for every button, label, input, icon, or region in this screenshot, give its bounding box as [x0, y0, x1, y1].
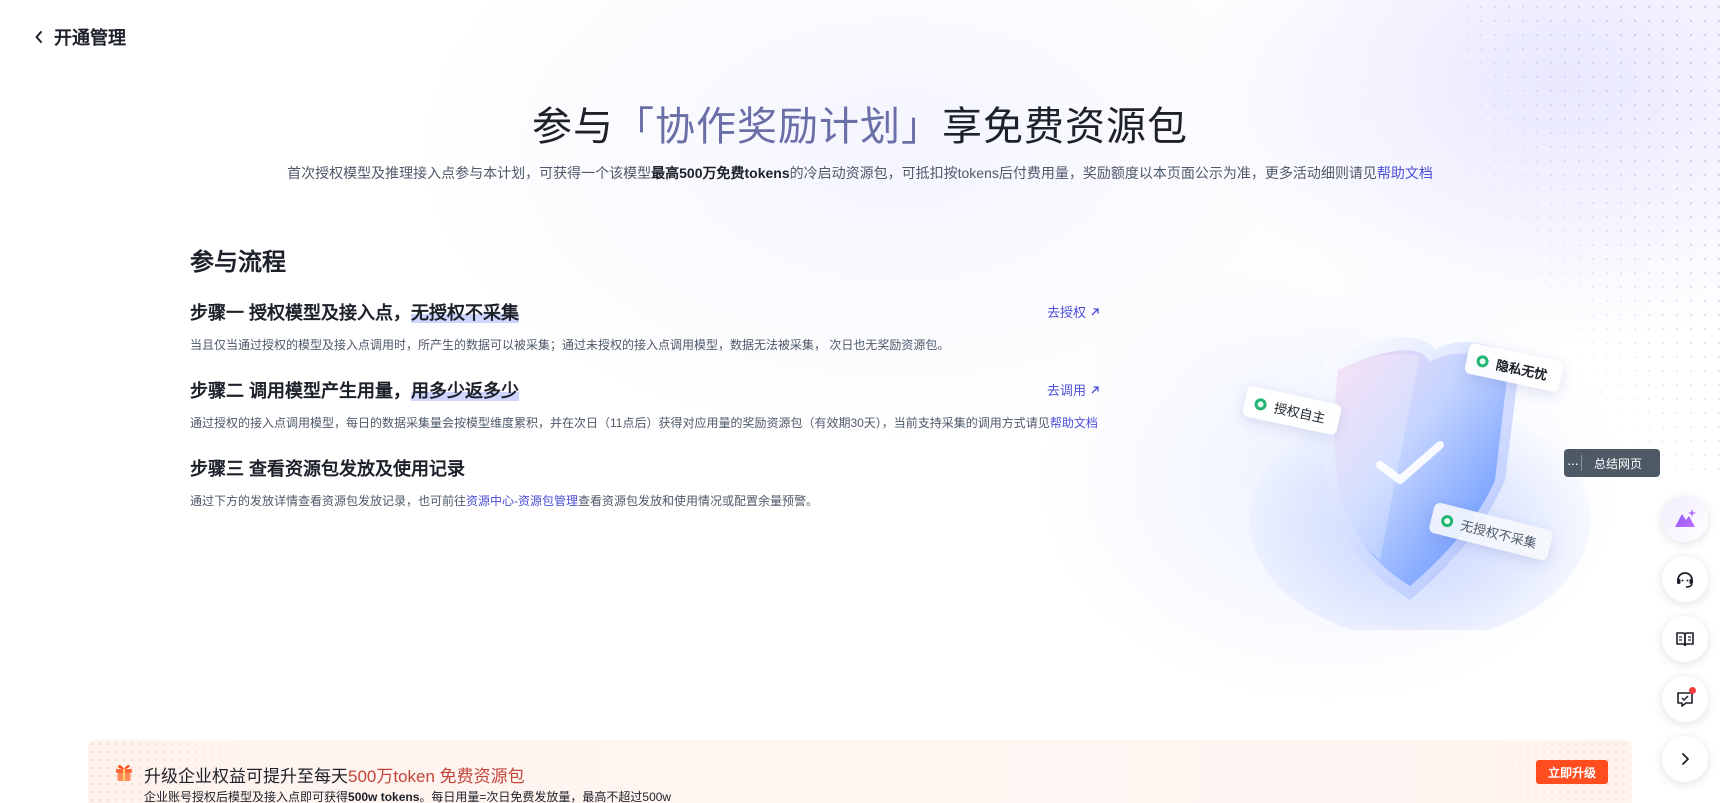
- feedback-button[interactable]: [1662, 676, 1708, 722]
- banner-sub-bold: 500w tokens: [348, 790, 420, 803]
- hero-title-highlight: 「协作奖励计划」: [614, 105, 942, 149]
- step-title: 步骤三 查看资源包发放及使用记录: [190, 459, 465, 479]
- step-title: 步骤二 调用模型产生用量，用多少返多少: [190, 377, 1100, 403]
- banner-title: 升级企业权益可提升至每天500万token 免费资源包: [144, 762, 525, 787]
- authorize-link-label: 去授权: [1046, 305, 1086, 320]
- banner-sub-text: 企业账号授权后模型及接入点即可获得: [144, 790, 349, 803]
- gift-icon: [116, 765, 132, 781]
- notification-dot: [1689, 687, 1696, 694]
- flow-title: 参与流程: [190, 249, 286, 276]
- more-icon[interactable]: ···: [1564, 455, 1582, 471]
- book-icon: [1676, 632, 1694, 647]
- collapse-sidebar-button[interactable]: [1662, 736, 1708, 782]
- invoke-link-label: 去调用: [1046, 383, 1086, 398]
- hero-title-prefix: 参与: [532, 105, 614, 149]
- check-dot-icon: [1253, 396, 1268, 411]
- arrow-up-right-icon: [1091, 307, 1099, 315]
- step-3: 步骤三 查看资源包发放及使用记录 通过下方的发放详情查看资源包发放记录，也可前往…: [190, 455, 1100, 513]
- tag-label: 授权自主: [1272, 400, 1327, 426]
- step-title-mark: 用多少返多少: [411, 381, 519, 401]
- docs-button[interactable]: [1662, 616, 1708, 662]
- step-desc-text: 通过下方的发放详情查看资源包发放记录，也可前往: [190, 494, 467, 508]
- hero-title-suffix: 享免费资源包: [942, 105, 1188, 149]
- chevron-right-icon: [1682, 753, 1689, 765]
- ai-assistant-icon: [1675, 509, 1696, 527]
- step-desc: 通过授权的接入点调用模型，每日的数据采集量会按模型维度累积，并在次日（11点后）…: [190, 411, 1100, 435]
- step-title-text: 步骤一 授权模型及接入点，: [190, 303, 411, 323]
- step-desc-text: 查看资源包发放和使用情况或配置余量预警。: [578, 494, 819, 508]
- enterprise-upgrade-banner: 升级企业权益可提升至每天500万token 免费资源包 企业账号授权后模型及接入…: [88, 740, 1632, 803]
- banner-title-text: 升级企业权益可提升至每天: [144, 767, 348, 786]
- arrow-up-right-icon: [1091, 385, 1099, 393]
- upgrade-button[interactable]: 立即升级: [1536, 760, 1608, 784]
- ai-assistant-button[interactable]: [1662, 496, 1708, 542]
- check-dot-icon: [1475, 353, 1490, 368]
- banner-title-accent: 500万token 免费资源包: [348, 767, 525, 786]
- step-1: 步骤一 授权模型及接入点，无授权不采集 去授权 当且仅当通过授权的模型及接入点调…: [190, 299, 1100, 357]
- step-title-text: 步骤二 调用模型产生用量，: [190, 381, 411, 401]
- step-title: 步骤一 授权模型及接入点，无授权不采集: [190, 299, 1100, 325]
- help-doc-link[interactable]: 帮助文档: [1377, 165, 1433, 181]
- tag-label: 隐私无忧: [1494, 357, 1549, 383]
- back-nav[interactable]: 开通管理: [34, 24, 126, 50]
- support-headset-icon: [1677, 572, 1693, 588]
- step-desc: 当且仅当通过授权的模型及接入点调用时，所产生的数据可以被采集；通过未授权的接入点…: [190, 338, 950, 352]
- step-2: 步骤二 调用模型产生用量，用多少返多少 去调用 通过授权的接入点调用模型，每日的…: [190, 377, 1100, 435]
- invoke-link[interactable]: 去调用: [1047, 380, 1100, 399]
- step-title-mark: 无授权不采集: [411, 303, 519, 323]
- step-desc-text: 通过授权的接入点调用模型，每日的数据采集量会按模型维度累积，并在次日（11点后）…: [190, 416, 1050, 430]
- hero-subtitle: 首次授权模型及推理接入点参与本计划，可获得一个该模型最高500万免费tokens…: [0, 163, 1720, 183]
- summarize-page-button[interactable]: ··· 总结网页: [1564, 449, 1660, 477]
- check-dot-icon: [1440, 513, 1455, 528]
- resource-center-link[interactable]: 资源中心-资源包管理: [466, 494, 578, 508]
- authorize-link[interactable]: 去授权: [1047, 302, 1100, 321]
- hero-sub-text: 首次授权模型及推理接入点参与本计划，可获得一个该模型: [287, 165, 652, 181]
- shield-illustration: 授权自主 隐私无忧 无授权不采集: [1230, 330, 1600, 640]
- hero-sub-text: 的冷启动资源包，可抵扣按tokens后付费用量，奖励额度以本页面公示为准，更多活…: [789, 165, 1377, 181]
- hero-title: 参与「协作奖励计划」享免费资源包: [0, 94, 1720, 152]
- help-doc-link[interactable]: 帮助文档: [1050, 416, 1098, 430]
- banner-subtitle: 企业账号授权后模型及接入点即可获得500w tokens。每日用量=次日免费发放…: [144, 788, 671, 803]
- support-button[interactable]: [1662, 556, 1708, 602]
- summarize-page-label: 总结网页: [1594, 456, 1643, 471]
- floating-sidebar: [1662, 496, 1708, 782]
- chevron-left-icon: [35, 31, 42, 43]
- page-title: 开通管理: [54, 28, 126, 48]
- hero-sub-bold: 最高500万免费tokens: [651, 165, 790, 181]
- step-desc: 通过下方的发放详情查看资源包发放记录，也可前往资源中心-资源包管理查看资源包发放…: [190, 489, 1100, 513]
- banner-sub-text: 。每日用量=次日免费发放量，最高不超过500w: [419, 790, 672, 803]
- participation-flow: 参与流程 步骤一 授权模型及接入点，无授权不采集 去授权 当且仅当通过授权的模型…: [190, 242, 1100, 533]
